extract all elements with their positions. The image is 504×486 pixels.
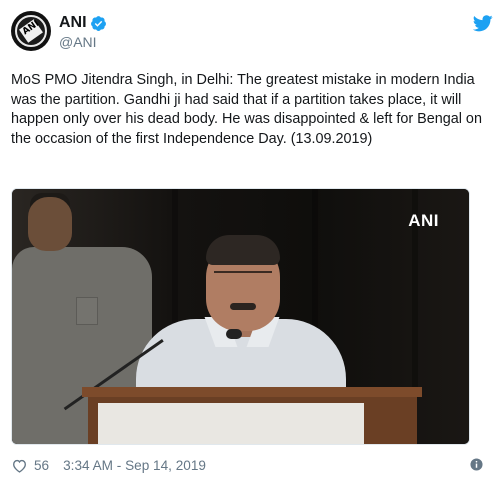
microphone-head [226,329,242,339]
heart-icon[interactable] [11,458,28,473]
tweet-header: ANI ANI @ANI [11,11,493,55]
media-watermark: ANI [408,211,439,230]
tweet-text: MoS PMO Jitendra Singh, in Delhi: The gr… [11,72,482,147]
speaker-mustache [230,303,256,310]
tweet-timestamp[interactable]: 3:34 AM - Sep 14, 2019 [63,458,206,473]
account-handle[interactable]: @ANI [59,34,107,50]
podium-top [82,387,422,397]
info-icon[interactable] [470,458,483,471]
display-name[interactable]: ANI [59,14,87,32]
tweet-media-photo[interactable]: ANI [11,188,470,445]
avatar[interactable]: ANI [11,11,51,51]
name-row: ANI [59,13,107,33]
account-names[interactable]: ANI @ANI [59,13,107,50]
twitter-bird-icon[interactable] [473,15,493,32]
podium-panel [98,403,364,444]
tweet-card: ANI ANI @ANI MoS PMO Jitendra Singh, in … [0,0,504,486]
background-person-pocket [76,297,98,325]
speaker-glasses [214,271,272,281]
background-person-head [28,197,72,251]
like-count[interactable]: 56 [34,458,49,473]
tweet-footer: 56 3:34 AM - Sep 14, 2019 [11,455,493,475]
verified-badge-icon [90,15,106,31]
speaker-hair [206,235,280,265]
